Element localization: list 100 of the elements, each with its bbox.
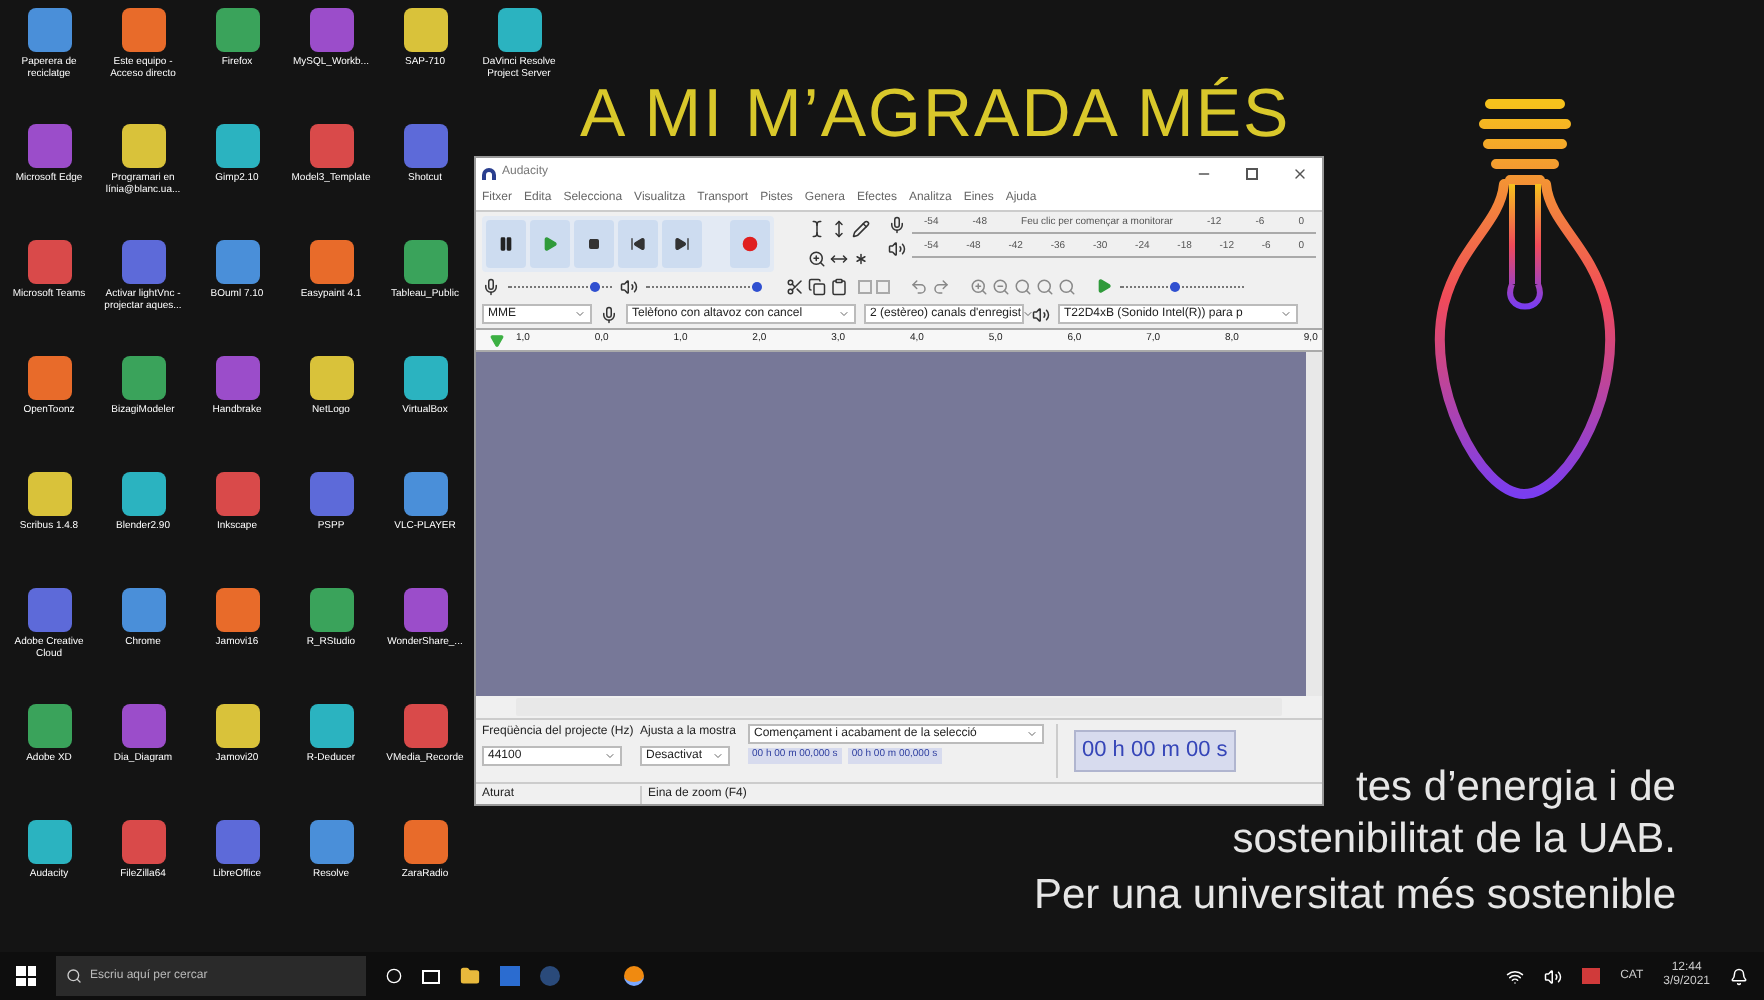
slogan-line: A MI M’AGRADA MÉS bbox=[580, 80, 1291, 148]
app-icon bbox=[121, 8, 165, 52]
app-icon bbox=[121, 704, 165, 748]
task-view-icon[interactable] bbox=[422, 969, 440, 983]
microphone-icon bbox=[888, 216, 906, 234]
play-at-speed-icon[interactable] bbox=[1096, 278, 1112, 294]
caret-icon bbox=[838, 308, 850, 320]
zoom-toggle-icon[interactable] bbox=[1058, 277, 1076, 295]
app-icon bbox=[27, 240, 71, 284]
app-icon bbox=[121, 240, 165, 284]
slider-thumb[interactable] bbox=[590, 281, 601, 291]
app-icon bbox=[215, 240, 259, 284]
app-icon[interactable] bbox=[624, 966, 644, 986]
app-icon bbox=[215, 356, 259, 400]
app-icon bbox=[121, 472, 165, 516]
zoom-tool-icon[interactable] bbox=[808, 250, 826, 268]
microphone-icon bbox=[482, 277, 500, 295]
headphones-icon bbox=[482, 167, 496, 179]
stop-icon bbox=[588, 238, 600, 250]
app-icon bbox=[27, 124, 71, 168]
app-icon bbox=[309, 124, 353, 168]
speaker-icon bbox=[1032, 305, 1050, 323]
slider-thumb[interactable] bbox=[752, 281, 762, 291]
app-icon bbox=[27, 704, 71, 748]
fit-selection-icon[interactable] bbox=[1014, 277, 1032, 295]
skip-end-icon bbox=[674, 236, 690, 252]
start-icon[interactable] bbox=[16, 966, 36, 986]
fit-project-icon[interactable] bbox=[1036, 277, 1054, 295]
app-icon bbox=[27, 356, 71, 400]
speaker-icon bbox=[620, 277, 638, 295]
cut-icon[interactable] bbox=[786, 277, 804, 295]
pin-icon[interactable] bbox=[489, 333, 503, 347]
app-icon bbox=[27, 472, 71, 516]
record-icon bbox=[742, 236, 758, 252]
app-icon bbox=[497, 8, 541, 52]
circle-icon[interactable] bbox=[386, 968, 402, 984]
zoom-out-icon[interactable] bbox=[992, 277, 1010, 295]
multi-tool-icon[interactable] bbox=[852, 250, 870, 268]
caret-icon bbox=[1021, 308, 1034, 320]
redo-icon[interactable] bbox=[932, 277, 950, 295]
vertical-scrollbar[interactable] bbox=[1306, 352, 1322, 696]
skip-start-icon bbox=[630, 236, 646, 252]
app-icon bbox=[309, 240, 353, 284]
app-icon bbox=[27, 820, 71, 864]
app-icon bbox=[121, 356, 165, 400]
caret-icon bbox=[574, 308, 586, 320]
caret-icon bbox=[1280, 308, 1292, 320]
search-icon bbox=[66, 968, 82, 984]
app-icon bbox=[403, 820, 447, 864]
caret-icon bbox=[1026, 728, 1038, 740]
maximize-icon[interactable] bbox=[1246, 167, 1258, 179]
caret-icon bbox=[604, 750, 616, 762]
app-icon bbox=[403, 588, 447, 632]
stop-button[interactable] bbox=[574, 220, 614, 268]
app-icon bbox=[215, 588, 259, 632]
copy-icon[interactable] bbox=[808, 277, 826, 295]
close-icon[interactable] bbox=[1292, 165, 1308, 181]
skip-to-start-button[interactable] bbox=[618, 220, 658, 268]
speaker-icon bbox=[888, 240, 906, 258]
app-icon bbox=[215, 472, 259, 516]
app-icon bbox=[27, 588, 71, 632]
selection-tool-icon[interactable] bbox=[808, 220, 826, 238]
pencil-icon[interactable] bbox=[852, 220, 870, 238]
app-icon bbox=[121, 588, 165, 632]
play-icon bbox=[542, 236, 558, 252]
envelope-tool-icon[interactable] bbox=[830, 220, 848, 238]
app-icon bbox=[309, 704, 353, 748]
app-icon bbox=[403, 240, 447, 284]
track-area[interactable] bbox=[476, 352, 1322, 696]
caption-line: sostenibilitat de la UAB. bbox=[1232, 814, 1676, 866]
zoom-in-icon[interactable] bbox=[970, 277, 988, 295]
app-icon bbox=[215, 8, 259, 52]
app-icon bbox=[403, 8, 447, 52]
app-icon bbox=[309, 472, 353, 516]
pause-button[interactable] bbox=[486, 220, 526, 268]
record-button[interactable] bbox=[730, 220, 770, 268]
time-shift-tool-icon[interactable] bbox=[830, 250, 848, 268]
folder-icon[interactable] bbox=[460, 966, 480, 986]
microphone-icon bbox=[600, 305, 618, 323]
app-icon bbox=[309, 820, 353, 864]
app-icon bbox=[403, 124, 447, 168]
network-icon[interactable] bbox=[1506, 967, 1525, 985]
slider-thumb[interactable] bbox=[1169, 281, 1180, 291]
app-icon bbox=[215, 124, 259, 168]
horizontal-scrollbar[interactable] bbox=[516, 698, 1282, 716]
app-icon bbox=[27, 8, 71, 52]
notification-icon[interactable] bbox=[1730, 967, 1748, 985]
pause-icon bbox=[498, 236, 514, 252]
app-icon bbox=[403, 704, 447, 748]
paste-icon[interactable] bbox=[830, 277, 848, 295]
caret-icon bbox=[712, 750, 724, 762]
app-icon bbox=[309, 588, 353, 632]
audio-position-display[interactable]: 00 h 00 m 00 s bbox=[1074, 730, 1236, 772]
skip-to-end-button[interactable] bbox=[662, 220, 702, 268]
caption-line: Per una universitat més sostenible bbox=[1034, 870, 1676, 922]
app-icon bbox=[309, 8, 353, 52]
undo-icon[interactable] bbox=[910, 277, 928, 295]
app-icon[interactable] bbox=[1582, 968, 1601, 984]
speaker-icon[interactable] bbox=[1544, 967, 1563, 985]
app-icon bbox=[403, 356, 447, 400]
